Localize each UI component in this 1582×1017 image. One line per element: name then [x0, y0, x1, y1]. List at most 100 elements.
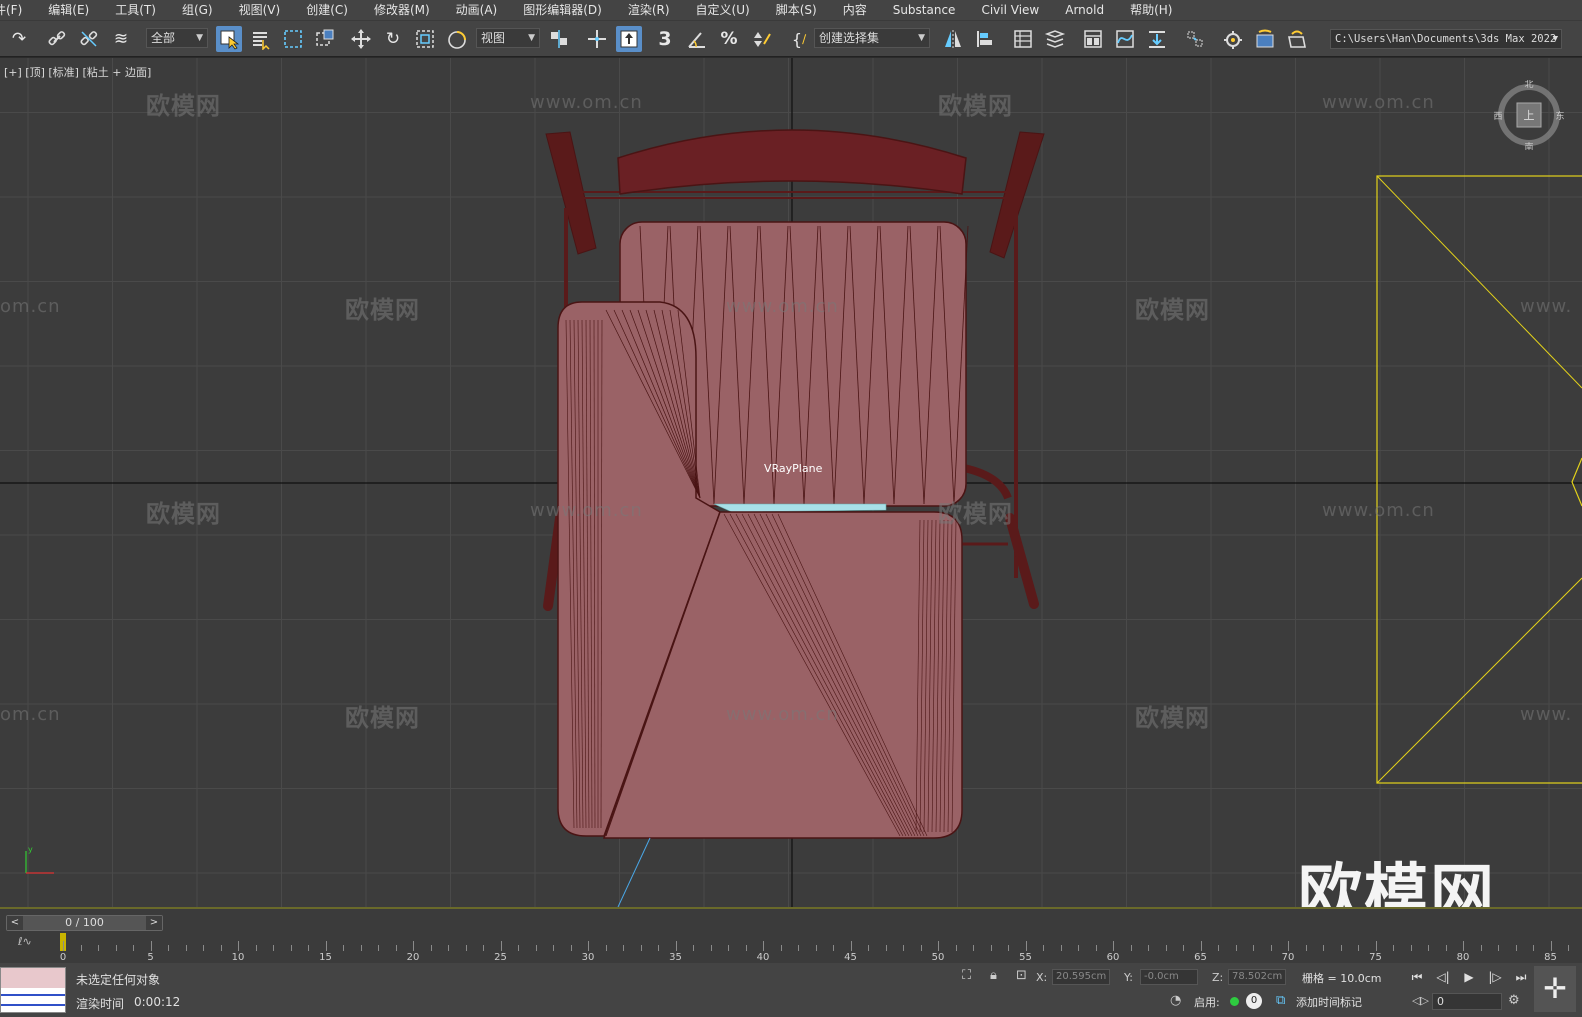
- place-icon[interactable]: [444, 26, 470, 52]
- render-time-label: 渲染时间: [76, 997, 125, 1011]
- menu-item[interactable]: 脚本(S): [763, 0, 830, 20]
- menu-item[interactable]: 创建(C): [293, 0, 361, 20]
- play-icon[interactable]: ▶: [1458, 967, 1480, 987]
- select-manipulate-icon[interactable]: [584, 26, 610, 52]
- scale-icon[interactable]: [412, 26, 438, 52]
- timeline-tick: [98, 945, 99, 951]
- spinner-snap-icon[interactable]: [748, 26, 774, 52]
- edit-named-selection-icon[interactable]: {∕: [786, 26, 812, 52]
- window-crossing-icon[interactable]: [312, 26, 338, 52]
- rect-select-region-icon[interactable]: [280, 26, 306, 52]
- timeline-tick: [203, 945, 204, 951]
- y-coord-field[interactable]: -0.0cm: [1140, 969, 1198, 985]
- menu-item[interactable]: 动画(A): [443, 0, 511, 20]
- mirror-icon[interactable]: [940, 26, 966, 52]
- link-icon[interactable]: [44, 26, 70, 52]
- select-by-name-icon[interactable]: [248, 26, 274, 52]
- z-coord-field[interactable]: 78.502cm: [1228, 969, 1286, 985]
- selection-filter-dropdown[interactable]: 全部 ▼: [146, 28, 208, 48]
- mini-curve-editor-icon[interactable]: ℓ∿: [18, 935, 38, 951]
- viewcube-face-top[interactable]: 上: [1524, 109, 1535, 122]
- move-icon[interactable]: [348, 26, 374, 52]
- current-frame-field[interactable]: 0: [1432, 993, 1502, 1010]
- x-coord-field[interactable]: 20.595cm: [1052, 969, 1110, 985]
- menu-item[interactable]: 修改器(M): [361, 0, 443, 20]
- timeline-tick: [903, 945, 904, 951]
- menu-item[interactable]: Substance: [880, 0, 969, 20]
- rotate-icon[interactable]: ↻: [380, 26, 406, 52]
- menu-item[interactable]: 编辑(E): [35, 0, 102, 20]
- absolute-mode-transform-icon[interactable]: ⊡: [1016, 968, 1027, 983]
- goto-end-icon[interactable]: ⏭: [1510, 967, 1532, 987]
- isolate-selection-icon[interactable]: ⛶: [962, 968, 971, 983]
- previous-frame-icon[interactable]: ◁|: [1432, 967, 1454, 987]
- time-tag-icon[interactable]: ⧉: [1276, 993, 1285, 1008]
- next-frame-arrow-icon[interactable]: >: [146, 916, 162, 930]
- menu-item[interactable]: 内容: [830, 0, 880, 20]
- redo-icon[interactable]: ↷: [6, 26, 32, 52]
- schematic-view-icon[interactable]: [1144, 26, 1170, 52]
- percent-snap-icon[interactable]: %: [716, 26, 742, 52]
- menu-item[interactable]: Arnold: [1052, 0, 1117, 20]
- reference-coordinate-dropdown[interactable]: 视图 ▼: [476, 28, 540, 48]
- menu-item[interactable]: 工具(T): [102, 0, 169, 20]
- pivot-center-icon[interactable]: [546, 26, 572, 52]
- timeline-tick: [1445, 945, 1447, 951]
- menu-item[interactable]: 图形编辑器(D): [510, 0, 615, 20]
- menu-item[interactable]: 视图(V): [226, 0, 294, 20]
- time-slider[interactable]: < 0 / 100 >: [6, 915, 163, 931]
- goto-start-icon[interactable]: ⏮: [1406, 967, 1428, 987]
- rendered-frame-window-icon[interactable]: [1252, 26, 1278, 52]
- curve-editor-icon[interactable]: [1112, 26, 1138, 52]
- menu-item[interactable]: 组(G): [169, 0, 226, 20]
- menu-item[interactable]: 帮助(H): [1117, 0, 1185, 20]
- timeline-tick: [763, 941, 764, 951]
- timeline-tick: [115, 945, 117, 951]
- next-frame-icon[interactable]: |▷: [1484, 967, 1506, 987]
- watermark-text: 欧模网: [938, 500, 1013, 528]
- selection-lock-icon[interactable]: 🔒︎: [990, 968, 997, 983]
- prev-frame-arrow-icon[interactable]: <: [7, 916, 23, 930]
- toggle-ribbon-icon[interactable]: [1080, 26, 1106, 52]
- add-time-tag-button[interactable]: 添加时间标记: [1296, 994, 1362, 1010]
- timeline-tick-label: 50: [931, 952, 945, 963]
- maxscript-listener-mini[interactable]: [0, 967, 66, 1013]
- toggle-layer-explorer-icon[interactable]: [1042, 26, 1068, 52]
- timeline-tick-label: 80: [1456, 952, 1470, 963]
- select-object-icon[interactable]: [216, 26, 242, 52]
- menu-item[interactable]: Civil View: [968, 0, 1052, 20]
- material-editor-icon[interactable]: [1182, 26, 1208, 52]
- menu-item[interactable]: 渲染(R): [615, 0, 683, 20]
- snaps-toggle-icon[interactable]: 3: [652, 26, 678, 52]
- timeline-tick: [1235, 945, 1237, 951]
- render-setup-icon[interactable]: [1220, 26, 1246, 52]
- listener-input-line[interactable]: [1, 968, 65, 988]
- viewcube-compass[interactable]: 上 北 南 西 东: [1494, 80, 1564, 150]
- menu-item[interactable]: 自定义(U): [683, 0, 763, 20]
- watermark-text: 欧模网: [1135, 296, 1210, 324]
- timeline-ruler[interactable]: 0 5 10 15 20 25 30 35 40 45 50 55 60 65 70 75 80 85: [60, 933, 1582, 963]
- timeline-tick: [1200, 941, 1202, 951]
- project-folder-dropdown[interactable]: C:\Users\Han\Documents\3ds Max 2022 ▼: [1330, 29, 1562, 49]
- create-panel-icon[interactable]: ✛: [1534, 966, 1576, 1012]
- top-viewport[interactable]: [+] [顶] [标准] [粘土 + 边面] VRayPlane 欧模网 www…: [0, 58, 1582, 907]
- timeline-tick: [640, 945, 642, 951]
- bind-spacewarp-icon[interactable]: ≋: [108, 26, 134, 52]
- render-production-icon[interactable]: [1284, 26, 1310, 52]
- timeline-tick: [1410, 945, 1412, 951]
- named-selection-sets-dropdown[interactable]: 创建选择集 ▼: [814, 28, 930, 48]
- timeline-tick: [465, 945, 467, 951]
- unlink-icon[interactable]: [76, 26, 102, 52]
- toggle-scene-explorer-icon[interactable]: [1010, 26, 1036, 52]
- align-icon[interactable]: [972, 26, 998, 52]
- timeline-tick: [885, 945, 887, 951]
- menu-item[interactable]: 件(F): [0, 0, 35, 20]
- keyboard-shortcut-override-icon[interactable]: [616, 26, 642, 52]
- timeline-tick: [1078, 945, 1079, 951]
- adaptive-degradation-icon[interactable]: ◔: [1170, 993, 1181, 1008]
- timeline-tick: [1148, 945, 1149, 951]
- angle-snap-icon[interactable]: [684, 26, 710, 52]
- viewport-label-menu[interactable]: [+] [顶] [标准] [粘土 + 边面]: [4, 64, 151, 80]
- time-configuration-icon[interactable]: ⚙: [1508, 993, 1520, 1008]
- key-mode-toggle-icon[interactable]: ◁▷: [1412, 994, 1429, 1007]
